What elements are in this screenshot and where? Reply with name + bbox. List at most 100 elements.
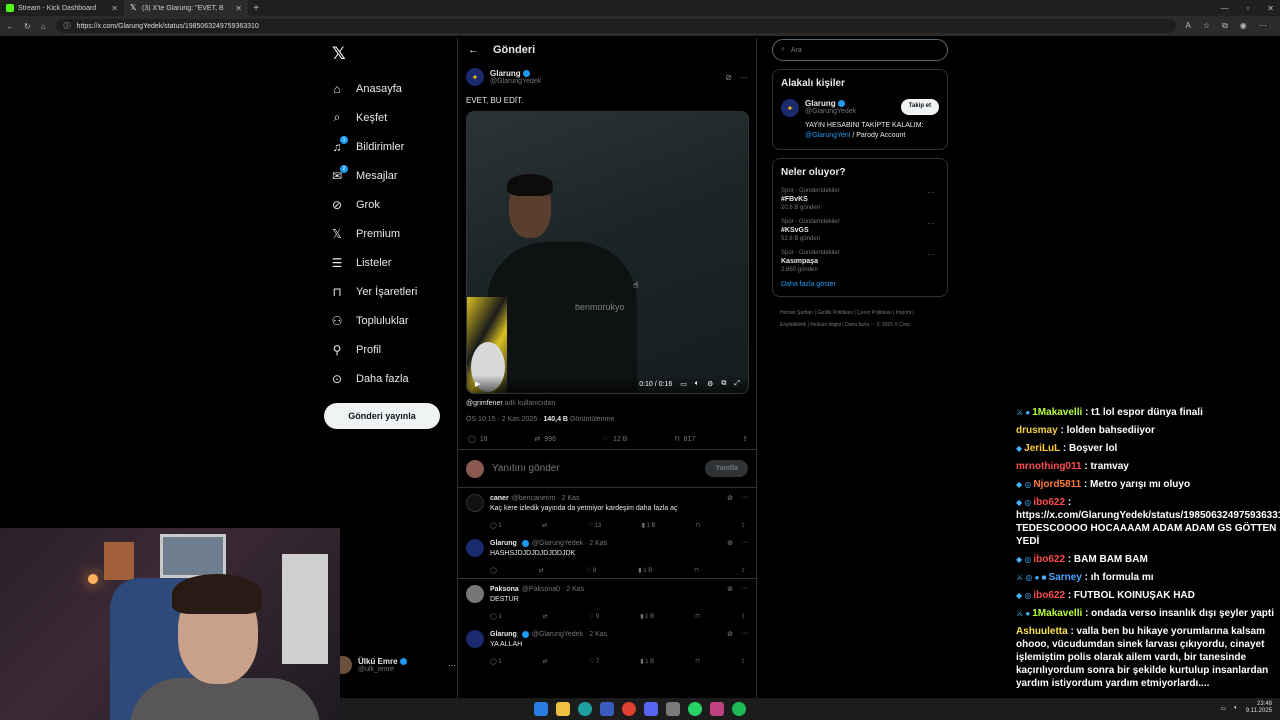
play-icon[interactable]: ▶ [475,380,480,388]
retweet-icon[interactable]: ⇄ [543,658,548,665]
heart-icon[interactable]: ♡ 13 [587,522,601,529]
site-info-icon[interactable]: ⓘ [64,21,71,31]
retweet-icon[interactable]: ⇄ [543,613,548,620]
chat-username[interactable]: 1Makavelli [1032,608,1082,619]
retweet-button[interactable]: ⇄ 996 [534,435,556,444]
nav-item-grok[interactable]: ⊘ Grok [324,190,454,219]
bookmark-icon[interactable]: ⊓ [695,613,700,620]
close-tab-icon[interactable]: ✕ [111,4,118,13]
nav-item-home[interactable]: ⌂ Anasayfa [324,74,454,103]
discord-icon[interactable] [644,702,658,716]
chat-username[interactable]: Sarney [1048,572,1081,583]
reply-icon[interactable]: ◯ 1 [490,658,502,665]
obs-icon[interactable] [622,702,636,716]
whatsapp-icon[interactable] [688,702,702,716]
more-options-icon[interactable]: ··· [927,188,935,197]
avatar[interactable] [466,630,484,648]
back-icon[interactable]: ← [6,22,14,31]
settings-icon[interactable]: ⚙ [707,380,713,388]
tab-x-post[interactable]: 𝕏 (3) X'te Glarung: "EVET, BU E ✕ [124,0,248,16]
more-options-icon[interactable]: ··· [741,585,748,593]
bio-link[interactable]: @GlarungYeni [805,132,850,139]
share-icon[interactable]: ⇪ [741,658,746,665]
bookmark-icon[interactable]: ⊓ [694,567,699,574]
related-handle[interactable]: @GlarungYedek [805,108,856,115]
reply-author[interactable]: caner [490,495,509,502]
search-input[interactable]: ⌕ Ara [772,39,948,61]
url-field[interactable]: ⓘ https://x.com/GlarungYedek/status/1985… [55,19,1176,33]
x-logo-icon[interactable]: 𝕏 [332,44,454,64]
follow-button[interactable]: Takip et [900,99,939,115]
avatar[interactable]: ✦ [781,99,799,117]
avatar[interactable] [466,539,484,557]
edge-icon[interactable] [578,702,592,716]
retweet-icon[interactable]: ⇄ [539,567,544,574]
reply-author[interactable]: Glarung [490,631,517,638]
post-button[interactable]: Gönderi yayınla [324,403,440,429]
minimize-icon[interactable]: — [1220,4,1228,13]
chat-username[interactable]: ibo622 [1033,497,1065,508]
close-tab-icon[interactable]: ✕ [235,4,242,13]
reply-item[interactable]: caner @bencanerim · 2 Kas ⊘ ··· Kaç kere i… [458,488,756,533]
back-arrow-icon[interactable]: ← [468,44,479,56]
clock[interactable]: 23:48 9.11.2025 [1246,701,1272,715]
reply-item[interactable]: Glarung @GlarungYedek · 2 Kas ⊘ ··· YA ALL… [458,624,756,669]
network-icon[interactable]: ▭ [1220,705,1226,712]
account-switcher[interactable]: Ülkü Emre @ulk_emre ··· [334,656,456,674]
spotify-icon[interactable] [732,702,746,716]
views-icon[interactable]: ▮ 1 B [640,613,654,620]
chat-username[interactable]: ibo622 [1033,554,1065,565]
nav-item-lists[interactable]: ☰ Listeler [324,248,454,277]
heart-icon[interactable]: ♡ 9 [589,613,599,620]
picture-in-picture-icon[interactable]: ⧉ [721,380,726,388]
views-icon[interactable]: ▮ 1 B [642,522,656,529]
reply-icon[interactable]: ◯ 1 [490,522,502,529]
trend-item[interactable]: Spor · Gündemdekiler #FBvKS 20,6 B gönde… [781,188,939,211]
grok-icon[interactable]: ⊘ [727,585,733,593]
close-window-icon[interactable]: ✕ [1267,4,1274,13]
extensions-icon[interactable]: ⧉ [1222,21,1228,31]
read-aloud-icon[interactable]: A [1186,21,1191,31]
nav-item-more[interactable]: ⊙ Daha fazla [324,364,454,393]
grok-icon[interactable]: ⊘ [725,73,732,82]
reply-input[interactable]: Yanıtını gönder [492,463,560,474]
chat-username[interactable]: ibo622 [1033,590,1065,601]
avatar[interactable] [466,585,484,603]
chat-username[interactable]: 1Makavelli [1032,407,1082,418]
nav-item-explore[interactable]: ⌕ Keşfet [324,103,454,132]
steam-icon[interactable] [600,702,614,716]
home-icon[interactable]: ⌂ [41,22,46,31]
volume-icon[interactable]: 🔈︎ [1234,705,1238,712]
more-options-icon[interactable]: ··· [741,630,748,638]
views-icon[interactable]: ▮ 1 B [638,567,652,574]
grok-icon[interactable]: ⊘ [727,630,733,638]
nav-item-notifications[interactable]: ♫ 1 Bildirimler [324,132,454,161]
share-button[interactable]: ⇪ [742,435,748,443]
tab-kick-dashboard[interactable]: Stream - Kick Dashboard ✕ [0,0,124,16]
author-handle[interactable]: @GlarungYedek [490,78,541,85]
reply-button[interactable]: ◯ 18 [468,435,488,444]
share-icon[interactable]: ⇪ [741,567,746,574]
bookmark-icon[interactable]: ⊓ [696,522,701,529]
file-explorer-icon[interactable] [556,702,570,716]
avatar[interactable]: ✦ [466,68,484,86]
reload-icon[interactable]: ↻ [24,22,31,31]
bookmark-button[interactable]: ⊓ 817 [674,435,695,444]
share-icon[interactable]: ⇪ [741,522,746,529]
views-icon[interactable]: ▮ 1 B [640,658,654,665]
volume-icon[interactable]: 🔈︎ [695,380,699,388]
bookmark-icon[interactable]: ⊓ [695,658,700,665]
reply-author[interactable]: Glarung [490,540,517,547]
footer-links[interactable]: Hizmet Şartları | Gizlilik Politikası | … [780,307,940,331]
trend-item[interactable]: Spor · Gündemdekiler Kasımpaşa 2.860 gön… [781,250,939,273]
mention-link[interactable]: @grimfener [466,400,503,407]
fullscreen-icon[interactable]: ⤢ [734,380,740,388]
more-options-icon[interactable]: ··· [741,539,748,547]
chat-username[interactable]: Njord5811 [1033,479,1081,490]
new-tab-button[interactable]: + [248,3,264,14]
windows-start-icon[interactable] [534,702,548,716]
profile-icon[interactable]: ◉ [1240,21,1247,31]
heart-icon[interactable]: ♡ 7 [589,658,599,665]
nav-item-profile[interactable]: ⚲ Profil [324,335,454,364]
reply-submit-button[interactable]: Yanıtla [705,460,748,477]
